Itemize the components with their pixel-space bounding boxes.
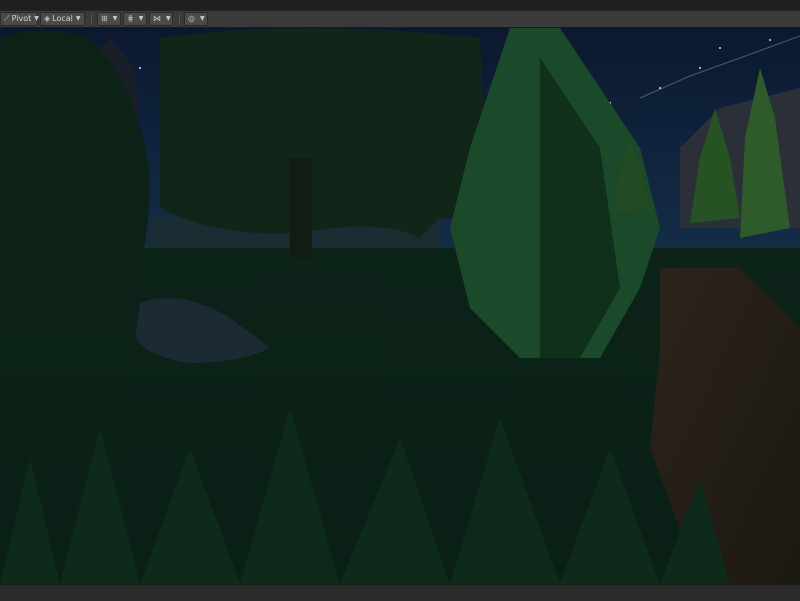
- toolbar-divider: [179, 14, 180, 25]
- increment-snap-dropdown[interactable]: ⋈ ▼: [149, 12, 173, 26]
- willow-trunk: [290, 158, 312, 258]
- local-dropdown[interactable]: ◈ Local ▼: [40, 12, 85, 26]
- local-label: Local: [52, 14, 73, 23]
- scene-render: [0, 28, 800, 584]
- grid-icon: ⋕: [127, 14, 134, 23]
- star: [719, 47, 721, 49]
- chevron-down-icon: ▼: [166, 15, 171, 22]
- gizmo-dropdown[interactable]: ◎ ▼: [184, 12, 208, 26]
- scene-toolbar: ⟋ Pivot ▼ ◈ Local ▼ ⊞ ▼ ⋕ ▼ ⋈ ▼ ◎ ▼: [0, 10, 800, 28]
- chevron-down-icon: ▼: [75, 15, 81, 22]
- star: [699, 67, 701, 69]
- gizmo-icon: ◎: [188, 14, 195, 23]
- increment-snap-icon: ⋈: [153, 14, 161, 23]
- chevron-down-icon: ▼: [138, 15, 144, 22]
- pivot-icon: ⟋: [4, 14, 10, 23]
- grid-visibility-dropdown[interactable]: ⋕ ▼: [123, 12, 147, 26]
- cube-icon: ◈: [44, 14, 51, 23]
- scene-viewport[interactable]: [0, 28, 800, 584]
- toolbar-divider: [91, 14, 92, 25]
- window-title-strip: [0, 0, 800, 10]
- chevron-down-icon: ▼: [34, 15, 39, 22]
- grid-snap-icon: ⊞: [101, 14, 108, 23]
- bottom-status-bar: [0, 584, 800, 601]
- grid-snap-dropdown[interactable]: ⊞ ▼: [97, 12, 121, 26]
- star: [659, 87, 661, 89]
- star: [769, 39, 771, 41]
- chevron-down-icon: ▼: [112, 15, 118, 22]
- chevron-down-icon: ▼: [199, 15, 205, 22]
- star: [139, 67, 141, 69]
- pivot-label: Pivot: [11, 14, 32, 23]
- willow-canopy: [160, 28, 485, 238]
- pivot-dropdown[interactable]: ⟋ Pivot ▼: [0, 12, 39, 26]
